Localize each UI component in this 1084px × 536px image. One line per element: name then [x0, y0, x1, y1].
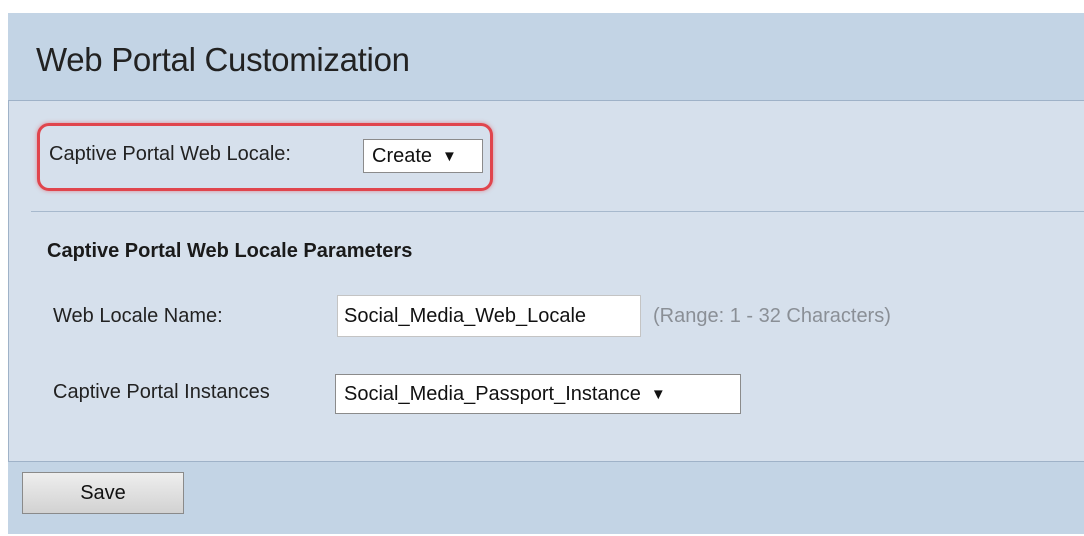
parameters-section-heading: Captive Portal Web Locale Parameters [47, 240, 413, 262]
captive-portal-instances-label: Captive Portal Instances [53, 381, 270, 403]
dropdown-arrow-icon: ▼ [650, 385, 666, 403]
captive-portal-web-locale-select[interactable]: Create ▼ [363, 139, 483, 173]
web-locale-name-input[interactable] [337, 295, 641, 337]
save-button[interactable]: Save [22, 472, 184, 514]
section-divider [31, 211, 1084, 212]
web-locale-name-range-hint: (Range: 1 - 32 Characters) [653, 305, 891, 327]
page-frame: Web Portal Customization Captive Portal … [8, 13, 1084, 534]
locale-select-value: Create [372, 144, 433, 167]
dropdown-arrow-icon: ▼ [442, 147, 457, 165]
instances-select-value: Social_Media_Passport_Instance [344, 382, 641, 405]
content-panel: Captive Portal Web Locale: Create ▼ Capt… [8, 100, 1084, 462]
page-title: Web Portal Customization [36, 41, 410, 78]
web-locale-name-label: Web Locale Name: [53, 305, 223, 327]
captive-portal-instances-select[interactable]: Social_Media_Passport_Instance ▼ [335, 374, 741, 414]
captive-portal-web-locale-label: Captive Portal Web Locale: [49, 143, 291, 165]
